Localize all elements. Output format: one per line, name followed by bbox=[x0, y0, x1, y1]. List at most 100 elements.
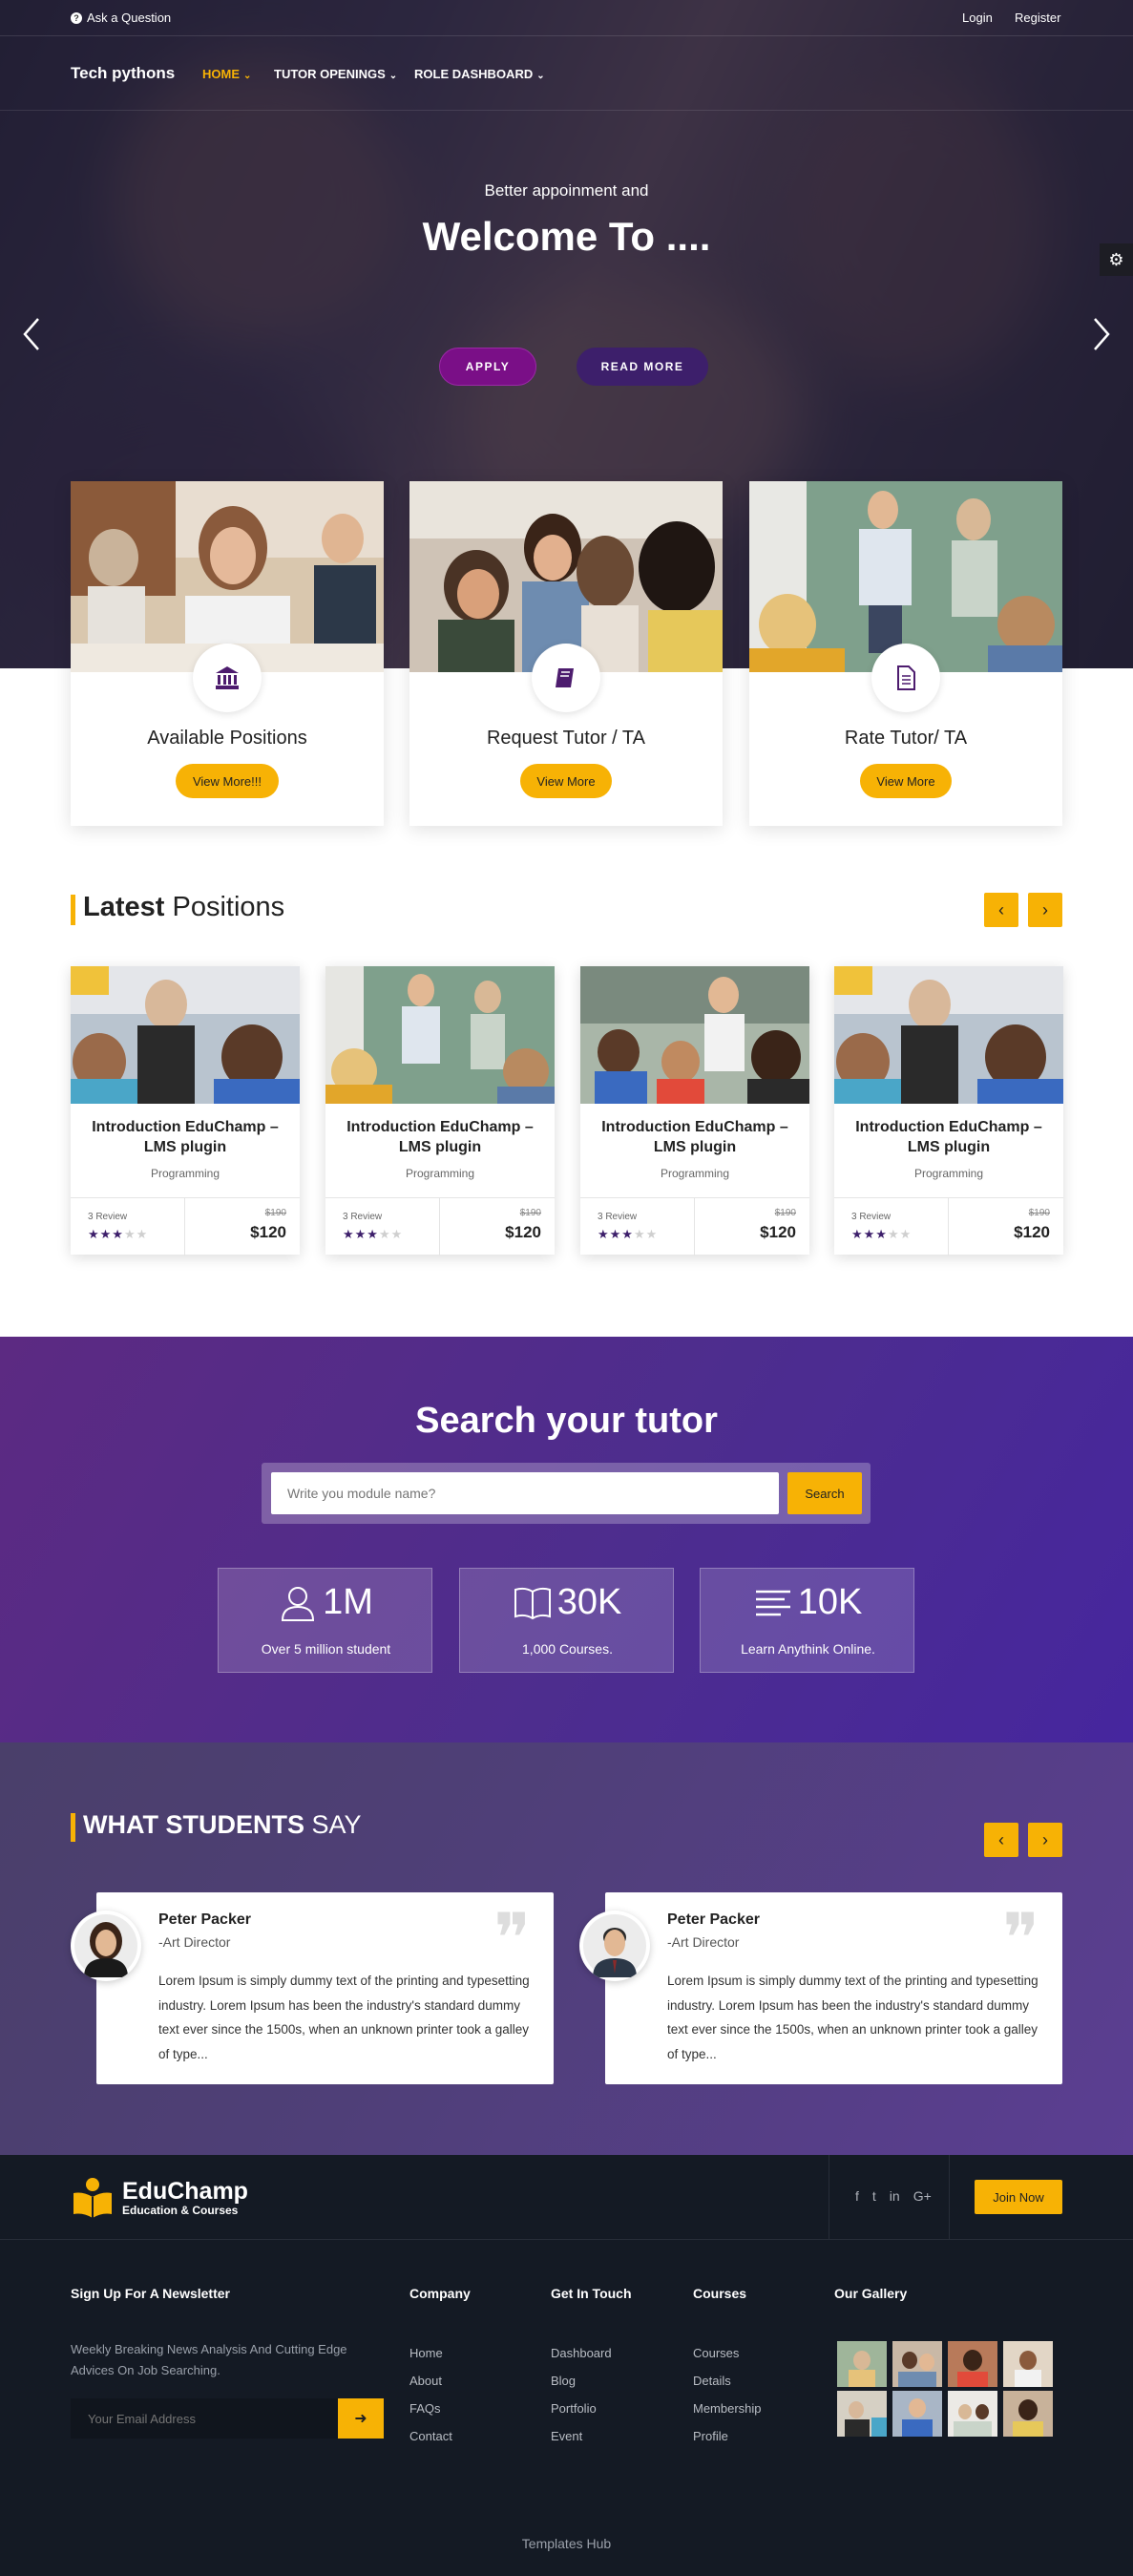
course-card[interactable]: Introduction EduChamp – LMS plugin Progr… bbox=[580, 966, 809, 1256]
course-title[interactable]: Introduction EduChamp – LMS plugin bbox=[335, 1117, 545, 1157]
footer-link-event[interactable]: Event bbox=[551, 2429, 582, 2443]
newsletter-submit-button[interactable]: ➜ bbox=[338, 2398, 384, 2439]
testimonial-card: Peter Packer -Art Director ❞ Lorem Ipsum… bbox=[605, 1892, 1062, 2084]
feature-card-rate-tutor[interactable]: Rate Tutor/ TA View More bbox=[749, 481, 1062, 826]
course-card[interactable]: Introduction EduChamp – LMS plugin Progr… bbox=[834, 966, 1063, 1256]
gallery-thumbnail[interactable] bbox=[892, 2391, 942, 2437]
read-more-button[interactable]: READ MORE bbox=[577, 348, 708, 386]
arrow-right-icon: ➜ bbox=[354, 2411, 367, 2427]
view-more-button[interactable]: View More bbox=[520, 764, 612, 798]
quote-icon: ❞ bbox=[493, 1898, 531, 1978]
rating-stars: ★★★★★ bbox=[598, 1227, 659, 1241]
gallery-thumbnail[interactable] bbox=[892, 2341, 942, 2387]
copyright-text: Templates Hub bbox=[521, 2536, 612, 2551]
carousel-prev-button[interactable]: ‹ bbox=[984, 893, 1018, 927]
feature-card-positions[interactable]: Available Positions View More!!! bbox=[71, 481, 384, 826]
view-more-button[interactable]: View More!!! bbox=[176, 764, 279, 798]
footer-link-about[interactable]: About bbox=[409, 2374, 442, 2388]
apply-button[interactable]: APPLY bbox=[439, 348, 536, 386]
course-category: Programming bbox=[660, 1167, 730, 1180]
course-footer: 3 Review ★★★★★ $190 $120 bbox=[580, 1197, 809, 1256]
footer-link-courses[interactable]: Courses bbox=[693, 2346, 739, 2360]
testimonials-next-button[interactable]: › bbox=[1028, 1823, 1062, 1857]
newsletter-email-input[interactable] bbox=[71, 2398, 338, 2439]
slider-next-arrow-icon[interactable] bbox=[1091, 315, 1112, 360]
feature-card-request-tutor[interactable]: Request Tutor / TA View More bbox=[409, 481, 723, 826]
course-category: Programming bbox=[913, 1167, 984, 1180]
chevron-left-icon: ‹ bbox=[998, 1829, 1004, 1849]
footer-link-contact[interactable]: Contact bbox=[409, 2429, 452, 2443]
footer-link-home[interactable]: Home bbox=[409, 2346, 443, 2360]
course-card[interactable]: Introduction EduChamp – LMS plugin Progr… bbox=[325, 966, 555, 1256]
footer-link-profile[interactable]: Profile bbox=[693, 2429, 728, 2443]
heading-rest: Positions bbox=[164, 892, 285, 922]
join-now-button[interactable]: Join Now bbox=[975, 2180, 1062, 2214]
lines-icon bbox=[755, 1590, 790, 1615]
gallery-thumbnail[interactable] bbox=[837, 2341, 887, 2387]
gallery-thumbnail[interactable] bbox=[948, 2341, 997, 2387]
footer-link-portfolio[interactable]: Portfolio bbox=[551, 2401, 597, 2416]
chevron-down-icon: ⌄ bbox=[243, 71, 252, 81]
chevron-down-icon: ⌄ bbox=[536, 71, 545, 81]
footer-brand[interactable]: EduChamp Education & Courses bbox=[71, 2176, 248, 2220]
course-card[interactable]: Introduction EduChamp – LMS plugin Progr… bbox=[71, 966, 300, 1256]
course-footer: 3 Review ★★★★★ $190 $120 bbox=[325, 1197, 555, 1256]
newsletter-text: Weekly Breaking News Analysis And Cuttin… bbox=[71, 2342, 347, 2377]
nav-home[interactable]: HOME ⌄ bbox=[202, 67, 251, 81]
search-button[interactable]: Search bbox=[787, 1472, 862, 1514]
feature-title: Request Tutor / TA bbox=[486, 728, 645, 749]
course-price: $120 bbox=[760, 1223, 796, 1241]
footer-column-title: Get In Touch bbox=[551, 2286, 632, 2301]
register-link[interactable]: Register bbox=[1015, 11, 1060, 25]
course-title[interactable]: Introduction EduChamp – LMS plugin bbox=[844, 1117, 1054, 1157]
carousel-next-button[interactable]: › bbox=[1028, 893, 1062, 927]
social-links: f t in G+ bbox=[855, 2188, 932, 2204]
stat-label: 1,000 Courses. bbox=[522, 1641, 613, 1657]
chevron-right-icon: › bbox=[1042, 899, 1048, 919]
footer-column-title: Company bbox=[409, 2286, 471, 2301]
footer-divider bbox=[949, 2155, 950, 2239]
hero-subtitle: Better appoinment and bbox=[484, 181, 649, 200]
google-plus-icon[interactable]: G+ bbox=[913, 2188, 932, 2204]
nav-role-dashboard[interactable]: ROLE DASHBOARD ⌄ bbox=[414, 67, 545, 81]
nav-tutor-openings[interactable]: TUTOR OPENINGS ⌄ bbox=[274, 67, 397, 81]
nav-tutor-openings-label: TUTOR OPENINGS bbox=[274, 67, 386, 81]
search-input[interactable] bbox=[271, 1472, 779, 1514]
gallery-thumbnail[interactable] bbox=[1003, 2341, 1053, 2387]
login-link[interactable]: Login bbox=[962, 11, 993, 25]
avatar bbox=[579, 1911, 650, 1981]
heading-bold: Latest bbox=[83, 892, 165, 922]
testimonials-prev-button[interactable]: ‹ bbox=[984, 1823, 1018, 1857]
bank-icon bbox=[193, 644, 262, 712]
footer-link-blog[interactable]: Blog bbox=[551, 2374, 576, 2388]
rating-stars: ★★★★★ bbox=[851, 1227, 913, 1241]
avatar bbox=[71, 1911, 141, 1981]
slider-prev-arrow-icon[interactable] bbox=[21, 315, 42, 360]
footer-link-details[interactable]: Details bbox=[693, 2374, 731, 2388]
nav-role-dashboard-label: ROLE DASHBOARD bbox=[414, 67, 534, 81]
question-icon: ? bbox=[71, 11, 82, 24]
twitter-icon[interactable]: t bbox=[872, 2188, 876, 2204]
course-image bbox=[325, 966, 555, 1104]
site-logo[interactable]: Tech pythons bbox=[71, 64, 175, 83]
facebook-icon[interactable]: f bbox=[855, 2188, 859, 2204]
feature-title: Rate Tutor/ TA bbox=[844, 728, 968, 749]
course-old-price: $190 bbox=[774, 1208, 796, 1218]
book-icon bbox=[532, 644, 600, 712]
gallery-thumbnail[interactable] bbox=[1003, 2391, 1053, 2437]
view-more-button[interactable]: View More bbox=[860, 764, 952, 798]
course-title[interactable]: Introduction EduChamp – LMS plugin bbox=[80, 1117, 290, 1157]
footer-link-faqs[interactable]: FAQs bbox=[409, 2401, 441, 2416]
footer-link-dashboard[interactable]: Dashboard bbox=[551, 2346, 612, 2360]
section-accent-bar bbox=[71, 1813, 75, 1842]
settings-gear-icon[interactable]: ⚙ bbox=[1100, 243, 1133, 276]
open-book-icon bbox=[514, 1587, 551, 1619]
linkedin-icon[interactable]: in bbox=[890, 2188, 900, 2204]
ask-question-link[interactable]: ? Ask a Question bbox=[71, 11, 171, 25]
course-title[interactable]: Introduction EduChamp – LMS plugin bbox=[590, 1117, 800, 1157]
testimonial-name: Peter Packer bbox=[667, 1911, 760, 1928]
gallery-thumbnail[interactable] bbox=[837, 2391, 887, 2437]
gallery-thumbnail[interactable] bbox=[948, 2391, 997, 2437]
footer-gallery bbox=[837, 2341, 1053, 2437]
footer-link-membership[interactable]: Membership bbox=[693, 2401, 762, 2416]
